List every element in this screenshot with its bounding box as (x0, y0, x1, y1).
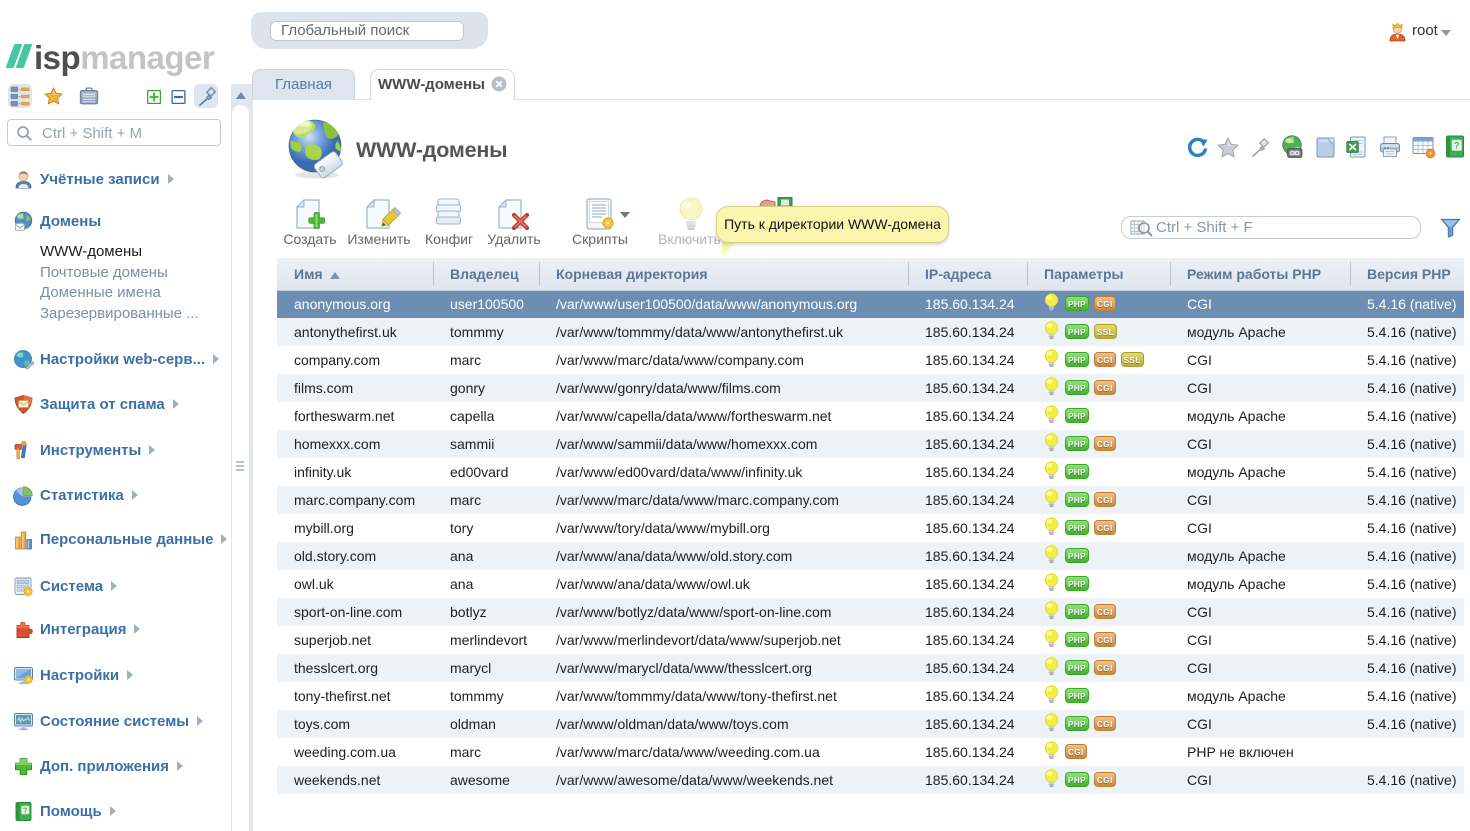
svg-text:?: ? (23, 806, 28, 815)
svg-text:?: ? (1454, 140, 1460, 150)
